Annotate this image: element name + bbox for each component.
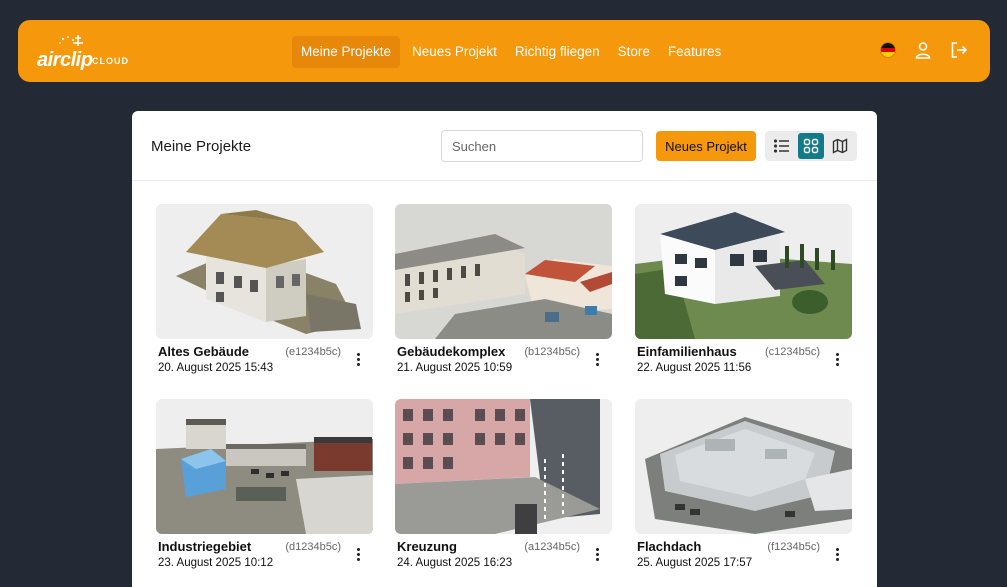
search-input[interactable] [441,130,643,162]
project-date: 21. August 2025 10:59 [397,362,513,374]
more-options-icon[interactable] [353,352,363,368]
airclip-logo[interactable]: airclip CLOUD [37,34,147,71]
project-date: 22. August 2025 11:56 [637,362,752,374]
logout-icon[interactable] [950,41,968,59]
project-id: (c1234b5c) [764,346,820,358]
project-thumbnail[interactable] [156,204,373,339]
main-nav: Meine Projekte Neues Projekt Richtig fli… [292,36,730,68]
project-thumbnail[interactable] [635,204,852,339]
project-date: 24. August 2025 16:23 [397,557,513,569]
grid-view-icon[interactable] [797,133,824,159]
project-card[interactable]: Gebäudekomplex (b1234b5c) 21. August 202… [395,204,612,384]
project-name: Flachdach [637,539,702,554]
project-thumbnail[interactable] [156,399,373,534]
project-date: 25. August 2025 17:57 [637,557,753,569]
project-name: Industriegebiet [158,539,252,554]
projects-panel: Meine Projekte Neues Projekt [132,111,877,587]
project-name: Einfamilienhaus [637,344,737,359]
view-switcher [765,131,857,161]
header-actions [880,41,968,59]
more-options-icon[interactable] [832,352,842,368]
project-name: Gebäudekomplex [397,344,506,359]
nav-store[interactable]: Store [609,36,659,68]
project-thumbnail[interactable] [395,399,612,534]
nav-meine-projekte[interactable]: Meine Projekte [292,36,401,68]
german-flag-icon[interactable] [880,42,896,58]
project-id: (e1234b5c) [285,346,341,358]
top-navbar: airclip CLOUD Meine Projekte Neues Proje… [18,20,990,82]
project-card[interactable]: Industriegebiet (d1234b5c) 23. August 20… [156,399,373,579]
project-thumbnail[interactable] [635,399,852,534]
more-options-icon[interactable] [353,547,363,563]
list-view-icon[interactable] [769,133,795,159]
more-options-icon[interactable] [832,547,842,563]
user-icon[interactable] [914,41,932,59]
project-id: (d1234b5c) [285,541,341,553]
page-title: Meine Projekte [151,138,252,155]
brand-name: airclip [37,49,93,71]
project-card[interactable]: Flachdach (f1234b5c) 25. August 2025 17:… [635,399,852,579]
brand-suffix: CLOUD [92,56,129,66]
project-name: Altes Gebäude [158,344,250,359]
project-card[interactable]: Altes Gebäude (e1234b5c) 20. August 2025… [156,204,373,384]
map-view-icon[interactable] [827,133,853,159]
new-project-button[interactable]: Neues Projekt [656,131,756,161]
project-name: Kreuzung [397,539,457,554]
panel-header: Meine Projekte Neues Projekt [132,111,877,181]
project-id: (a1234b5c) [524,541,580,553]
project-id: (b1234b5c) [524,346,580,358]
project-card[interactable]: Einfamilienhaus (c1234b5c) 22. August 20… [635,204,852,384]
project-thumbnail[interactable] [395,204,612,339]
nav-neues-projekt[interactable]: Neues Projekt [403,36,506,68]
project-date: 23. August 2025 10:12 [158,557,274,569]
nav-features[interactable]: Features [659,36,730,68]
more-options-icon[interactable] [592,352,602,368]
project-id: (f1234b5c) [767,541,820,553]
project-card[interactable]: Kreuzung (a1234b5c) 24. August 2025 16:2… [395,399,612,579]
nav-richtig-fliegen[interactable]: Richtig fliegen [506,36,609,68]
project-date: 20. August 2025 15:43 [158,362,274,374]
more-options-icon[interactable] [592,547,602,563]
